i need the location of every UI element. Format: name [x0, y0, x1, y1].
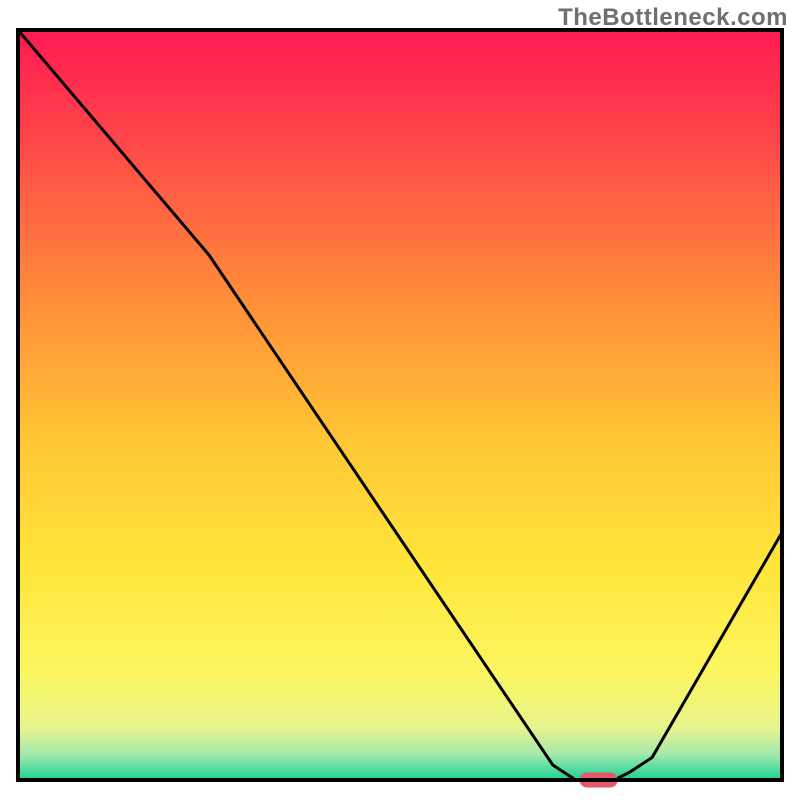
- gradient-background: [18, 30, 782, 780]
- bottleneck-chart: [0, 0, 800, 800]
- watermark-text: TheBottleneck.com: [558, 4, 788, 32]
- chart-frame: TheBottleneck.com: [0, 0, 800, 800]
- plot-area: [18, 30, 782, 788]
